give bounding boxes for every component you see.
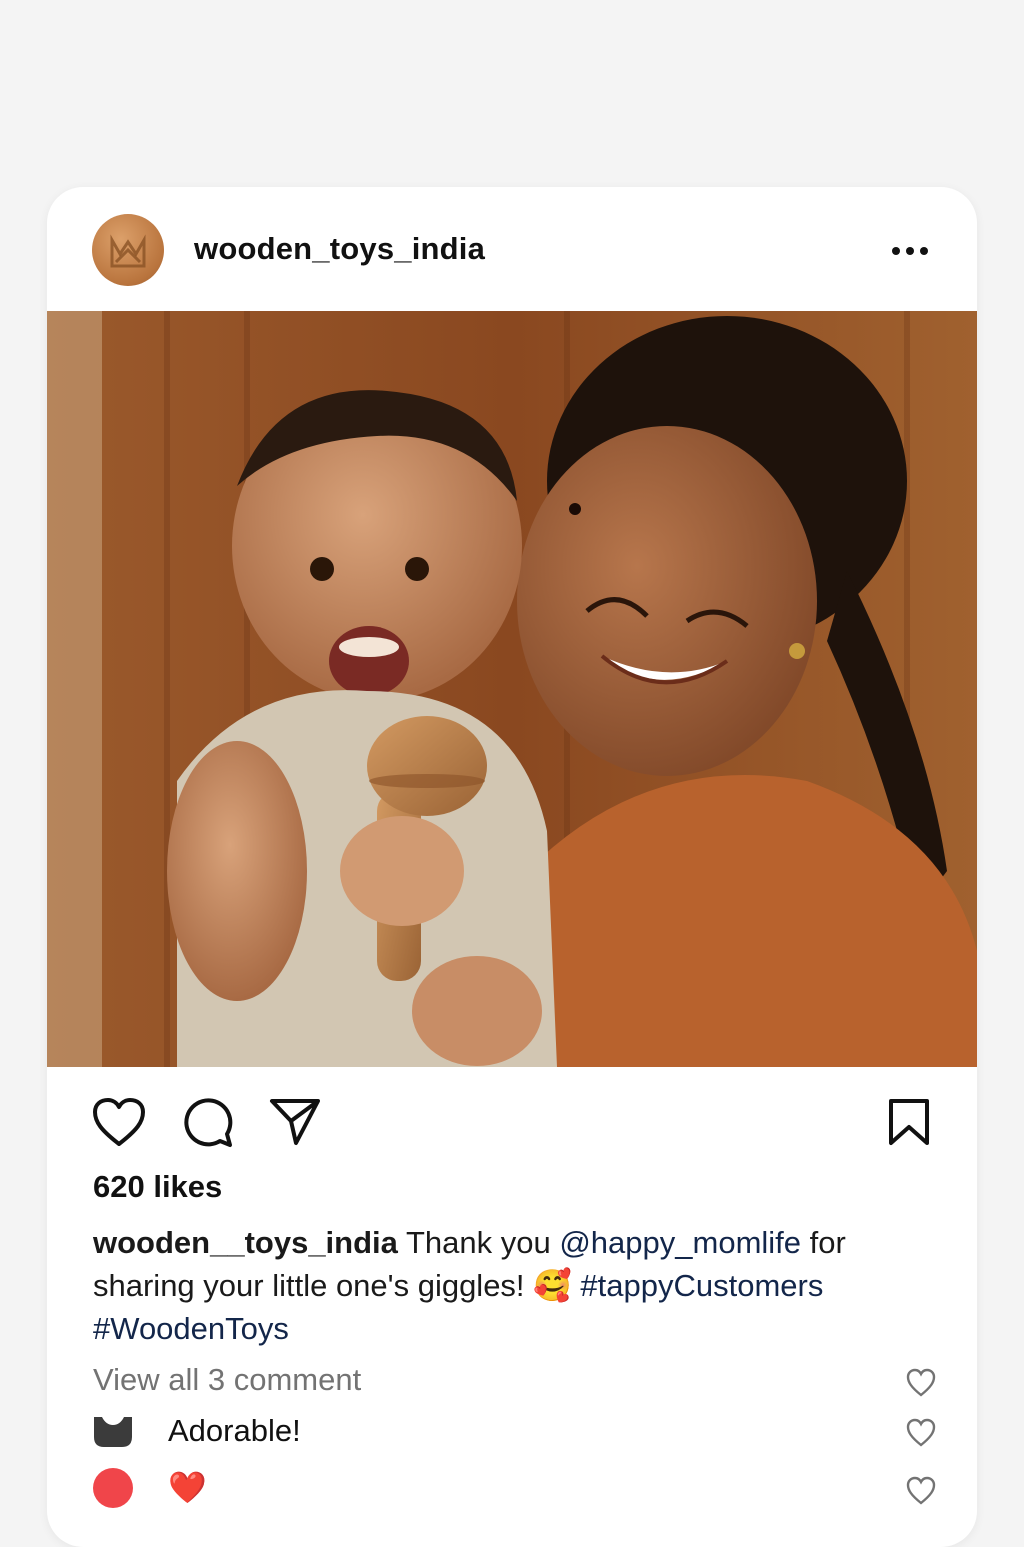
like-count[interactable]: 620 likes — [93, 1169, 222, 1205]
caption-emoji: 🥰 — [533, 1268, 572, 1303]
profile-avatar[interactable] — [92, 214, 164, 286]
post-image[interactable] — [47, 311, 977, 1067]
post-card: wooden_toys_india 620 likes wooden__toys… — [47, 187, 977, 1547]
heart-icon — [93, 1098, 145, 1146]
comment-button[interactable] — [177, 1092, 237, 1152]
action-bar — [47, 1092, 977, 1162]
commenter-avatar[interactable] — [92, 1415, 134, 1449]
caption-mention[interactable]: @happy_momlife — [559, 1225, 801, 1260]
post-username[interactable]: wooden_toys_india — [194, 231, 485, 267]
comment-like-icon[interactable] — [905, 1417, 937, 1449]
caption-username[interactable]: wooden__toys_india — [93, 1225, 398, 1260]
bookmark-icon — [889, 1099, 929, 1145]
send-icon — [270, 1099, 320, 1145]
save-button[interactable] — [879, 1092, 939, 1152]
comment-item: ❤️ — [47, 1465, 977, 1515]
heart-icon[interactable] — [905, 1367, 937, 1399]
post-caption: wooden__toys_india Thank you @happy_moml… — [93, 1221, 933, 1350]
more-options-button[interactable] — [882, 229, 938, 273]
comment-item: Adorable! — [47, 1409, 977, 1459]
post-photo — [47, 311, 977, 1067]
share-button[interactable] — [265, 1092, 325, 1152]
hashtag-link[interactable]: #tappyCustomers — [572, 1268, 823, 1303]
like-button[interactable] — [89, 1092, 149, 1152]
view-all-comments-link[interactable]: View all 3 comment — [93, 1362, 361, 1398]
comment-text: ❤️ — [168, 1470, 207, 1505]
hashtag-link-2[interactable]: #WoodenToys — [93, 1311, 289, 1346]
post-header: wooden_toys_india — [47, 187, 977, 311]
comment-like-icon[interactable] — [905, 1475, 937, 1507]
comment-icon — [184, 1098, 233, 1147]
commenter-avatar[interactable] — [92, 1467, 134, 1509]
caption-text: Thank you — [397, 1225, 560, 1260]
more-options-icon — [892, 247, 928, 255]
logo-icon — [110, 234, 146, 268]
comment-text: Adorable! — [168, 1413, 301, 1448]
